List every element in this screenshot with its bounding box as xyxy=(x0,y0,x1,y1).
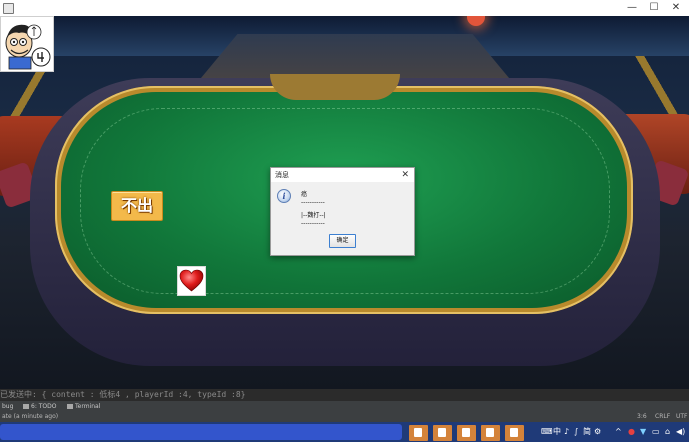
volume-icon[interactable]: ◀) xyxy=(676,422,685,442)
taskbar-redacted-area xyxy=(0,424,402,440)
java-app-icon xyxy=(414,428,422,437)
tray-alert-icon[interactable]: ● xyxy=(628,422,635,442)
java-app-icon xyxy=(462,428,470,437)
pass-button-label: 不出 xyxy=(120,196,153,215)
taskbar-app-button[interactable] xyxy=(433,425,452,441)
maximize-button[interactable]: ☐ xyxy=(643,1,665,15)
close-button[interactable]: ✕ xyxy=(665,1,687,15)
monitor-icon[interactable]: ▭ xyxy=(652,422,660,442)
window-titlebar: — ☐ ✕ xyxy=(0,0,689,17)
ime-moon-icon[interactable]: ♪ xyxy=(564,422,569,442)
dialog-message-line: |--魏打--| xyxy=(301,212,326,219)
heart-icon xyxy=(179,269,204,292)
dialog-message-line: ----------- xyxy=(301,220,325,227)
dialog-titlebar: 消息 ✕ xyxy=(271,168,414,182)
tray-expand-icon[interactable]: ^ xyxy=(615,422,622,442)
ide-tool-window-bar: bug 6: TODO Terminal xyxy=(0,401,689,412)
player-avatar xyxy=(0,16,54,72)
heart-card[interactable] xyxy=(177,266,206,296)
info-icon: i xyxy=(277,189,291,203)
ime-simplified-indicator[interactable]: 简 xyxy=(583,422,591,442)
taskbar-app-button[interactable] xyxy=(505,425,524,441)
os-taskbar: ⌨ 中 ♪ ∫ 简 ⚙ ^ ● ▼ ▭ ⌂ ◀) xyxy=(0,422,689,442)
java-app-icon xyxy=(438,428,446,437)
table-top-trim xyxy=(270,74,400,100)
tool-tab-label: bug xyxy=(2,403,14,410)
taskbar-app-button[interactable] xyxy=(457,425,476,441)
game-scene: 不出 消息 ✕ i 癌 ----------- |--魏打--| -------… xyxy=(0,16,689,389)
keyboard-icon[interactable]: ⌨ xyxy=(541,422,553,442)
java-app-icon xyxy=(486,428,494,437)
file-encoding[interactable]: UTF xyxy=(676,412,688,422)
dialog-title: 消息 xyxy=(275,171,289,179)
ime-chinese-indicator[interactable]: 中 xyxy=(553,422,561,442)
shield-icon[interactable]: ▼ xyxy=(640,422,646,442)
network-icon[interactable]: ⌂ xyxy=(665,422,670,442)
app-icon xyxy=(3,3,14,14)
taskbar-app-button[interactable] xyxy=(481,425,500,441)
ime-settings-icon[interactable]: ⚙ xyxy=(594,422,601,442)
line-ending[interactable]: CRLF xyxy=(655,412,670,422)
dialog-ok-button[interactable]: 确定 xyxy=(329,234,356,248)
taskbar-app-button[interactable] xyxy=(409,425,428,441)
terminal-icon xyxy=(67,404,73,409)
caret-position[interactable]: 3:6 xyxy=(637,412,647,422)
dialog-message-line: 癌 xyxy=(301,191,308,198)
tool-tab-label: 6: TODO xyxy=(31,403,57,410)
status-message: ate (a minute ago) xyxy=(2,413,59,420)
todo-list-icon xyxy=(23,404,29,409)
dialog-message-line: ----------- xyxy=(301,199,325,206)
java-app-icon xyxy=(510,428,518,437)
ide-console-output: 已发送中: { content : 低标4 , playerId :4, typ… xyxy=(0,389,689,401)
message-dialog: 消息 ✕ i 癌 ----------- |--魏打--| ----------… xyxy=(270,167,415,256)
ime-punctuation-icon[interactable]: ∫ xyxy=(574,422,578,442)
tool-tab-todo[interactable]: 6: TODO xyxy=(23,401,56,412)
tool-tab-terminal[interactable]: Terminal xyxy=(67,401,100,412)
avatar-cartoon-icon xyxy=(5,24,51,70)
dialog-close-button[interactable]: ✕ xyxy=(401,168,409,182)
tool-tab-debug[interactable]: bug xyxy=(2,401,13,412)
minimize-button[interactable]: — xyxy=(621,1,643,15)
tool-tab-label: Terminal xyxy=(75,403,101,410)
ide-status-bar: ate (a minute ago) 3:6 CRLF UTF xyxy=(0,412,689,422)
console-line: 已发送中: { content : 低标4 , playerId :4, typ… xyxy=(0,390,246,399)
pass-button[interactable]: 不出 xyxy=(111,191,163,221)
